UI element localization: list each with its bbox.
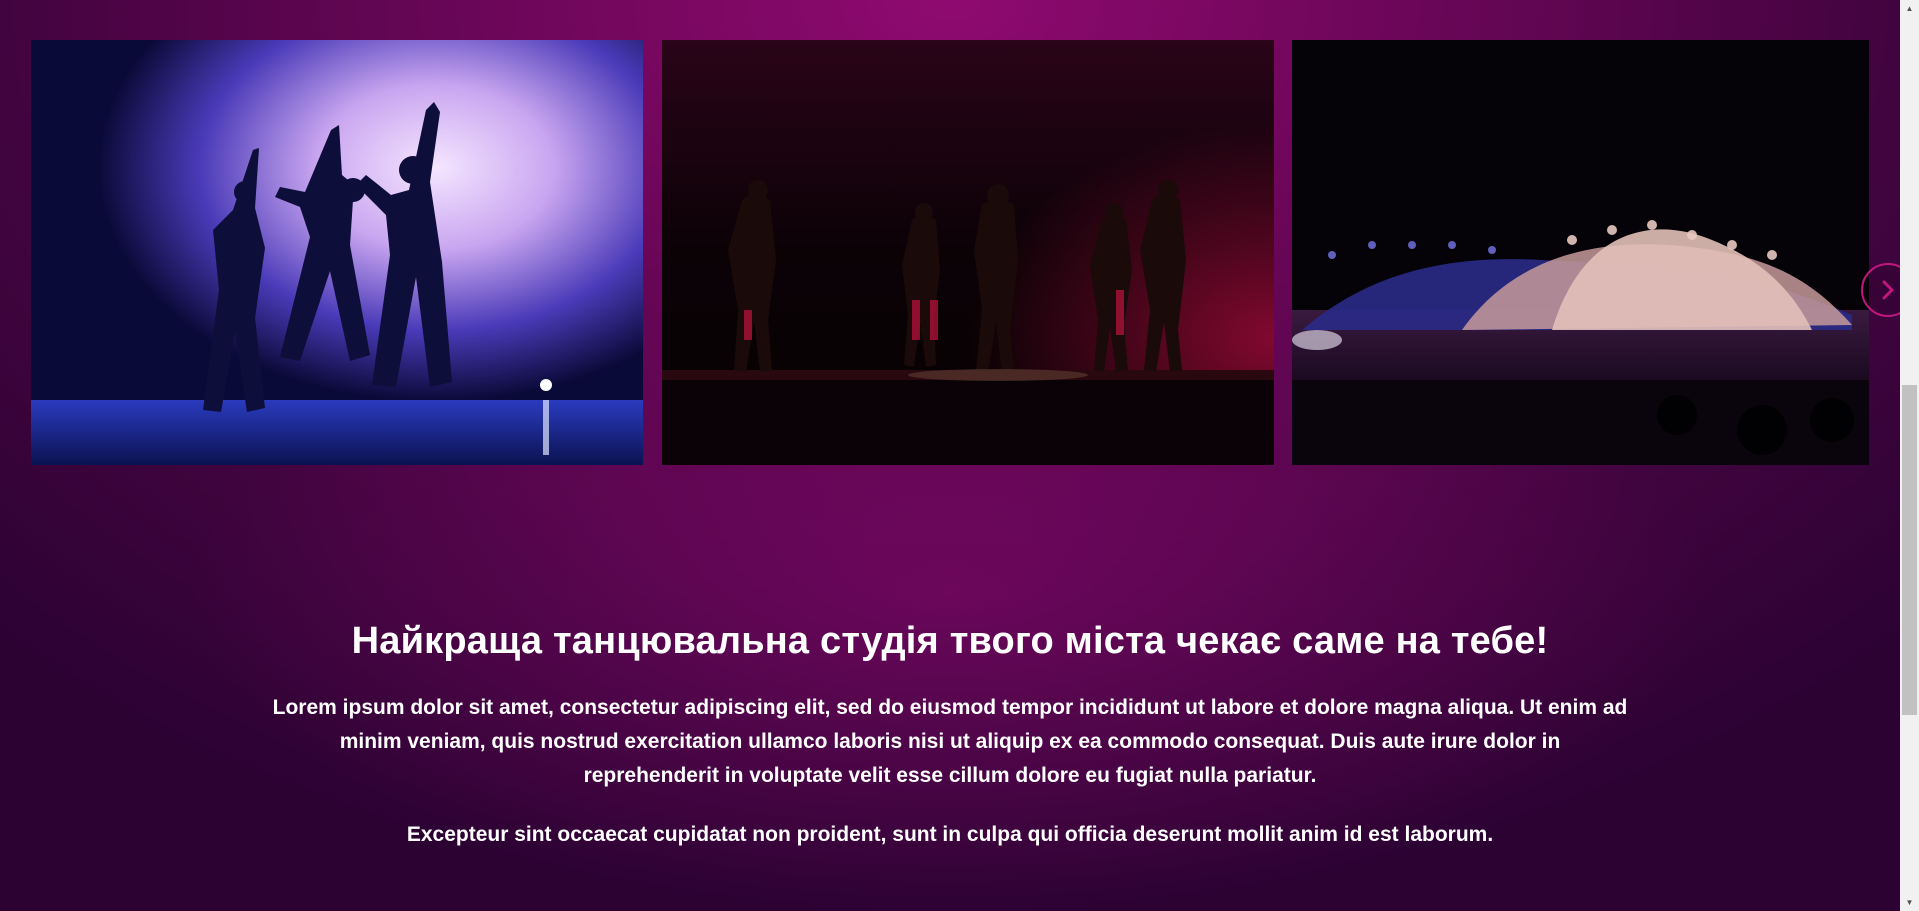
scroll-thumb[interactable] <box>1902 385 1917 715</box>
gallery-photo-2[interactable] <box>662 40 1274 465</box>
promo-paragraph-2: Excepteur sint occaecat cupidatat non pr… <box>406 823 1494 846</box>
promo-heading: Найкраща танцювальна студія твого міста … <box>351 620 1549 662</box>
photo-gallery <box>31 40 1900 465</box>
dance-photo-ballet-line <box>1292 40 1869 465</box>
vertical-scrollbar[interactable]: ▲ ▼ <box>1900 0 1919 911</box>
gallery-photo-1[interactable] <box>31 40 643 465</box>
gallery-photo-3[interactable] <box>1292 40 1869 465</box>
chevron-right-icon <box>1882 280 1894 300</box>
promo-section: Найкраща танцювальна студія твого міста … <box>0 620 1900 852</box>
promo-paragraph-1: Lorem ipsum dolor sit amet, consectetur … <box>272 696 1628 787</box>
dance-photo-smoke-stage <box>31 40 643 465</box>
scroll-down-arrow[interactable]: ▼ <box>1900 894 1919 911</box>
dance-photo-dark-stage <box>662 40 1274 465</box>
scroll-up-arrow[interactable]: ▲ <box>1900 0 1919 17</box>
page: Найкраща танцювальна студія твого міста … <box>0 0 1900 911</box>
